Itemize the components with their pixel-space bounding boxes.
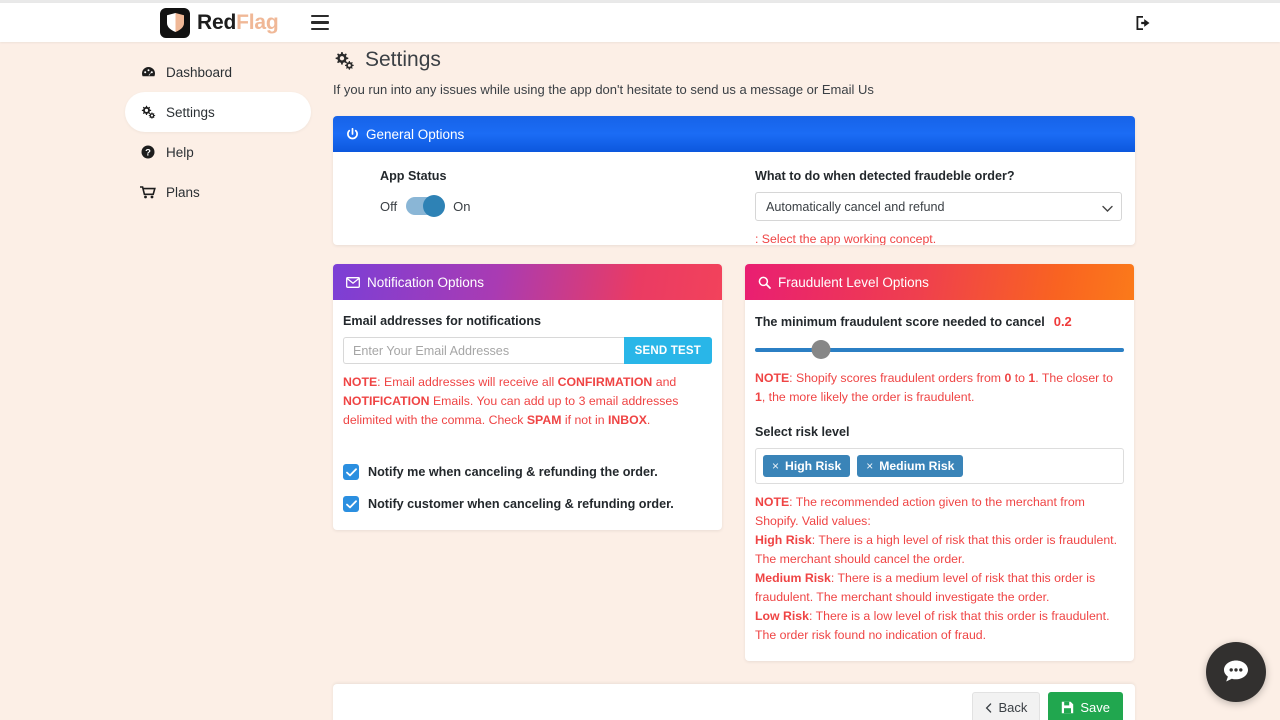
top-navbar: RedFlag (0, 3, 1280, 42)
page-subtitle: If you run into any issues while using t… (333, 82, 874, 97)
notification-options-card: Notification Options Email addresses for… (333, 264, 722, 531)
app-status-toggle-row: Off On (380, 195, 755, 217)
sidebar-item-label: Help (166, 144, 194, 160)
search-icon (758, 276, 771, 289)
notification-options-title: Notification Options (367, 274, 485, 290)
fraud-action-select-wrap: Automatically cancel and refund (754, 192, 1122, 221)
fraud-action-select[interactable]: Automatically cancel and refund (754, 192, 1122, 221)
notification-note: NOTE: Email addresses will receive all C… (343, 375, 679, 428)
back-button-label: Back (998, 700, 1028, 715)
send-test-button[interactable]: SEND TEST (623, 337, 712, 364)
sidebar-item-label: Dashboard (166, 64, 233, 80)
notify-me-row: Notify me when canceling & refunding the… (343, 464, 712, 481)
risk-level-tag-box[interactable]: × High Risk × Medium Risk (755, 448, 1124, 485)
tachometer-icon (138, 66, 158, 79)
power-icon (346, 127, 359, 141)
risk-level-note: NOTE: The recommended action given to th… (755, 495, 1118, 643)
app-status-group: App Status Off On (346, 169, 755, 229)
general-options-card: General Options App Status Off On What t… (333, 116, 1135, 245)
risk-tag-label: High Risk (785, 459, 842, 474)
general-options-body: App Status Off On What to do when detect… (333, 152, 1135, 245)
form-footer-bar: Back Save (333, 684, 1135, 720)
shield-icon (160, 7, 190, 38)
notify-me-label: Notify me when canceling & refunding the… (368, 465, 658, 480)
toggle-knob (423, 195, 446, 217)
sidebar-item-plans[interactable]: Plans (125, 172, 311, 212)
remove-icon[interactable]: × (866, 459, 873, 473)
main-content: Settings If you run into any issues whil… (333, 48, 1135, 662)
notify-customer-row: Notify customer when canceling & refundi… (343, 496, 712, 513)
email-input[interactable] (343, 337, 624, 364)
risk-tag-high[interactable]: × High Risk (763, 455, 851, 478)
email-input-group: SEND TEST (343, 337, 712, 364)
sidebar: Dashboard Settings ? Help Plans (125, 52, 311, 212)
risk-tag-label: Medium Risk (879, 459, 955, 474)
fraud-score-slider[interactable] (755, 340, 1124, 360)
cogs-icon (333, 51, 355, 70)
app-root: RedFlag Dashboard Settings ? Help Plans … (0, 0, 1280, 720)
general-options-header: General Options (333, 116, 1135, 152)
save-button-label: Save (1080, 700, 1110, 715)
svg-text:?: ? (145, 148, 151, 159)
sidebar-item-help[interactable]: ? Help (125, 132, 311, 172)
notify-customer-label: Notify customer when canceling & refundi… (368, 497, 674, 512)
sign-out-icon[interactable] (1135, 14, 1152, 31)
sidebar-item-dashboard[interactable]: Dashboard (125, 52, 311, 92)
sidebar-item-label: Plans (166, 184, 200, 200)
floppy-disk-icon (1061, 701, 1074, 714)
email-addresses-label: Email addresses for notifications (343, 314, 542, 328)
notification-options-body: Email addresses for notifications SEND T… (333, 300, 722, 530)
notification-options-header: Notification Options (333, 264, 722, 300)
general-options-title: General Options (366, 126, 465, 142)
save-button[interactable]: Save (1048, 692, 1123, 720)
footer-button-row: Back Save (972, 692, 1123, 720)
toggle-on-label: On (453, 198, 471, 214)
back-button[interactable]: Back (972, 692, 1041, 720)
notify-customer-checkbox[interactable] (343, 496, 359, 513)
score-row: The minimum fraudulent score needed to c… (755, 314, 1124, 329)
sidebar-item-label: Settings (166, 104, 215, 120)
fraudulent-level-card: Fraudulent Level Options The minimum fra… (745, 264, 1134, 662)
risk-level-label: Select risk level (755, 425, 850, 440)
fraudulent-level-body: The minimum fraudulent score needed to c… (745, 300, 1134, 661)
brand-text: RedFlag (197, 10, 279, 35)
fraud-action-group: What to do when detected fraudeble order… (754, 169, 1122, 245)
brand[interactable]: RedFlag (160, 7, 279, 38)
fraudulent-level-header: Fraudulent Level Options (745, 264, 1134, 300)
score-value: 0.2 (1053, 314, 1072, 329)
options-row: Notification Options Email addresses for… (333, 264, 1135, 662)
remove-icon[interactable]: × (772, 459, 779, 473)
slider-knob[interactable] (811, 340, 831, 359)
chevron-left-icon (985, 702, 992, 713)
chat-bubble-icon (1221, 656, 1251, 689)
fraudulent-level-title: Fraudulent Level Options (778, 274, 929, 290)
score-label: The minimum fraudulent score needed to c… (755, 315, 1045, 329)
shopping-cart-icon (138, 185, 158, 199)
toggle-off-label: Off (380, 198, 398, 214)
page-title-text: Settings (365, 48, 441, 71)
cogs-icon (138, 105, 158, 119)
app-status-label: App Status (380, 169, 447, 183)
question-circle-icon: ? (138, 145, 158, 159)
fraud-action-note: : Select the app working concept. (754, 232, 937, 245)
hamburger-icon[interactable] (311, 15, 330, 30)
slider-note: NOTE: Shopify scores fraudulent orders f… (755, 371, 1113, 405)
page-title: Settings (333, 48, 1135, 72)
fraud-action-value: Automatically cancel and refund (765, 199, 945, 214)
slider-track (755, 348, 1124, 352)
app-status-toggle[interactable] (406, 195, 446, 217)
brand-name-flag: Flag (236, 10, 279, 34)
risk-tag-medium[interactable]: × Medium Risk (857, 455, 964, 478)
sidebar-item-settings[interactable]: Settings (125, 92, 311, 132)
fraud-action-label: What to do when detected fraudeble order… (754, 169, 1015, 183)
notify-me-checkbox[interactable] (343, 464, 359, 481)
chat-widget-button[interactable] (1206, 642, 1266, 702)
brand-name-red: Red (197, 10, 237, 34)
envelope-icon (346, 276, 360, 288)
